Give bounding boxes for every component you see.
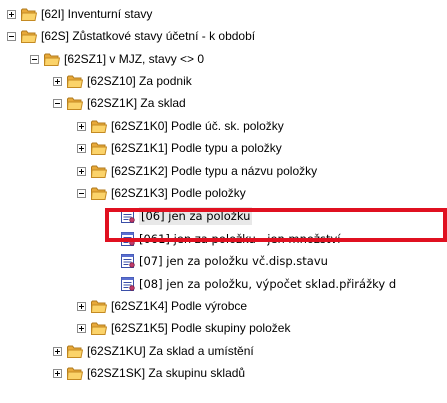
expand-icon[interactable]: [53, 346, 62, 356]
tree-node-label: [62SZ1] v MJZ, stavy <> 0: [64, 52, 205, 66]
annotation-highlight-box: [105, 208, 447, 242]
tree-node-label: [62SZ1K1] Podle typu a položky: [111, 141, 282, 155]
expand-icon[interactable]: [77, 121, 86, 131]
report-icon: [121, 254, 135, 268]
tree-node-62SZ1K1[interactable]: [62SZ1K1] Podle typu a položky: [77, 139, 282, 157]
tree-node-62SZ1K3[interactable]: [62SZ1K3] Podle položky: [77, 184, 246, 202]
expand-icon[interactable]: [7, 9, 16, 19]
tree-node-label: [62SZ1K3] Podle položky: [111, 186, 246, 200]
collapse-icon[interactable]: [77, 188, 86, 198]
tree-report-08[interactable]: [08] jen za položku, výpočet sklad.přirá…: [121, 275, 396, 293]
folder-icon: [67, 345, 83, 358]
expand-icon[interactable]: [77, 166, 86, 176]
expand-icon[interactable]: [53, 76, 62, 86]
expand-icon[interactable]: [77, 143, 86, 153]
tree-report-07[interactable]: [07] jen za položku vč.disp.stavu: [121, 252, 328, 270]
folder-icon: [91, 300, 107, 313]
report-icon: [121, 277, 135, 291]
collapse-icon[interactable]: [7, 31, 16, 41]
tree-node-label: [62SZ1K0] Podle úč. sk. položky: [111, 119, 284, 133]
tree-node-label: [62SZ1KU] Za sklad a umístění: [87, 344, 254, 358]
tree-node-62SZ1K[interactable]: [62SZ1K] Za sklad: [53, 94, 186, 112]
folder-open-icon: [91, 187, 107, 200]
tree-node-label: [62SZ1K4] Podle výrobce: [111, 299, 248, 313]
tree-node-label: [62SZ1K] Za sklad: [87, 96, 186, 110]
tree-node-label: [62I] Inventurní stavy: [41, 7, 153, 21]
expand-icon[interactable]: [77, 323, 86, 333]
tree-node-label: [62S] Zůstatkové stavy účetní - k období: [41, 29, 256, 43]
tree-node-62SZ1KU[interactable]: [62SZ1KU] Za sklad a umístění: [53, 342, 254, 360]
tree-node-62S[interactable]: [62S] Zůstatkové stavy účetní - k období: [7, 27, 255, 45]
tree-node-label: [07] jen za položku vč.disp.stavu: [139, 254, 328, 268]
folder-icon: [91, 120, 107, 133]
tree-node-62SZ1K2[interactable]: [62SZ1K2] Podle typu a názvu položky: [77, 162, 317, 180]
tree-node-label: [62SZ1K2] Podle typu a názvu položky: [111, 164, 318, 178]
folder-icon: [91, 322, 107, 335]
tree-node-62SZ1K5[interactable]: [62SZ1K5] Podle skupiny položek: [77, 319, 290, 337]
folder-icon: [67, 367, 83, 380]
report-tree: [62I] Inventurní stavy [62S] Zůstatkové …: [0, 0, 447, 403]
tree-node-62SZ1SK[interactable]: [62SZ1SK] Za skupinu skladů: [53, 364, 245, 382]
tree-node-62SZ1[interactable]: [62SZ1] v MJZ, stavy <> 0: [30, 50, 204, 68]
tree-node-62SZ1K0[interactable]: [62SZ1K0] Podle úč. sk. položky: [77, 117, 284, 135]
tree-node-label: [62SZ1SK] Za skupinu skladů: [87, 366, 246, 380]
tree-node-label: [62SZ1K5] Podle skupiny položek: [111, 321, 291, 335]
tree-node-label: [62SZ10] Za podnik: [87, 74, 192, 88]
expand-icon[interactable]: [53, 368, 62, 378]
tree-node-62I[interactable]: [62I] Inventurní stavy: [7, 5, 152, 23]
folder-icon: [91, 165, 107, 178]
expand-icon[interactable]: [77, 301, 86, 311]
tree-node-label: [08] jen za položku, výpočet sklad.přirá…: [139, 277, 397, 291]
collapse-icon[interactable]: [53, 98, 62, 108]
folder-icon: [67, 75, 83, 88]
folder-open-icon: [44, 53, 60, 66]
collapse-icon[interactable]: [30, 54, 39, 64]
tree-node-62SZ10[interactable]: [62SZ10] Za podnik: [53, 72, 192, 90]
folder-open-icon: [21, 30, 37, 43]
folder-open-icon: [67, 97, 83, 110]
folder-icon: [91, 142, 107, 155]
folder-icon: [21, 8, 37, 21]
tree-node-62SZ1K4[interactable]: [62SZ1K4] Podle výrobce: [77, 297, 247, 315]
